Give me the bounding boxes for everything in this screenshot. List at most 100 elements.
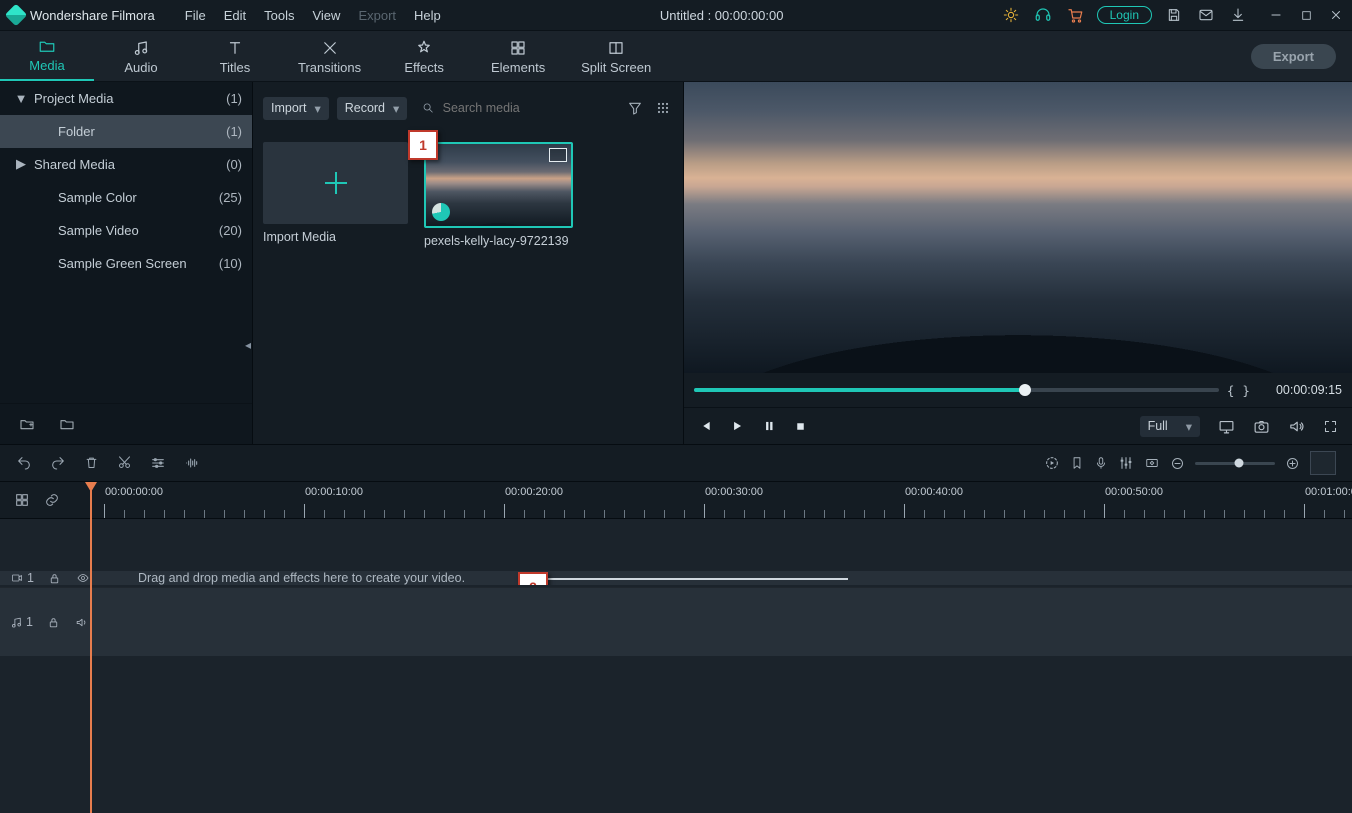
marker-button[interactable] (1070, 455, 1084, 471)
time-ruler[interactable]: 00:00:00:0000:00:10:0000:00:20:0000:00:3… (104, 482, 1352, 518)
login-button[interactable]: Login (1097, 6, 1152, 24)
record-dropdown[interactable]: Record ▾ (337, 97, 408, 120)
clip-type-icon (549, 148, 567, 162)
import-dropdown[interactable]: Import ▾ (263, 97, 329, 120)
grid-view-icon[interactable] (653, 100, 673, 116)
adjust-button[interactable] (150, 455, 166, 471)
mark-out-icon[interactable]: } (1242, 383, 1250, 398)
preview-video[interactable] (684, 82, 1352, 373)
drop-hint: Drag and drop media and effects here to … (138, 571, 465, 585)
maximize-icon[interactable] (1296, 5, 1316, 25)
sidebar-item-sample-video[interactable]: Sample Video(20) (0, 214, 252, 247)
delete-button[interactable] (84, 455, 99, 471)
import-label: Import (271, 101, 306, 115)
menu-help[interactable]: Help (406, 4, 449, 27)
transitions-icon (321, 39, 339, 57)
sidebar-item-folder[interactable]: Folder(1) (0, 115, 252, 148)
search-field[interactable] (415, 96, 617, 120)
filter-icon[interactable] (625, 100, 645, 116)
audio-wave-button[interactable] (184, 455, 200, 471)
drag-placeholder (548, 578, 848, 580)
tab-elements[interactable]: Elements (471, 39, 565, 81)
cart-icon[interactable] (1065, 5, 1085, 25)
folder-icon[interactable] (58, 416, 76, 432)
pause-button[interactable] (762, 419, 776, 433)
timeline: 00:00:00:0000:00:10:0000:00:20:0000:00:3… (0, 482, 1352, 813)
tab-media[interactable]: Media (0, 37, 94, 81)
tab-audio[interactable]: Audio (94, 39, 188, 81)
media-sidebar: ▼Project Media(1)Folder(1)▶Shared Media(… (0, 82, 253, 444)
timeline-view-button[interactable] (1310, 451, 1336, 475)
sidebar-item-sample-color[interactable]: Sample Color(25) (0, 181, 252, 214)
player-timecode: 00:00:09:15 (1276, 383, 1342, 397)
close-icon[interactable] (1326, 5, 1346, 25)
fullscreen-icon[interactable] (1323, 419, 1338, 434)
cut-button[interactable] (117, 455, 132, 471)
timeline-toolbar (0, 444, 1352, 482)
media-clip-card[interactable]: 1 pexels-kelly-lacy-9722139 (424, 142, 569, 248)
preview-player: { } 00:00:09:15 Full▾ (684, 82, 1352, 444)
audio-track-label: 1 (10, 615, 33, 629)
download-icon[interactable] (1228, 5, 1248, 25)
record-label: Record (345, 101, 385, 115)
media-clip-label: pexels-kelly-lacy-9722139 (424, 234, 569, 248)
menu-edit[interactable]: Edit (216, 4, 254, 27)
mute-icon[interactable] (74, 616, 89, 629)
effects-store-icon[interactable] (1001, 5, 1021, 25)
callout-two: 2 (518, 572, 548, 585)
prev-frame-button[interactable] (698, 419, 712, 433)
split-screen-icon (607, 39, 625, 57)
visibility-icon[interactable] (75, 572, 91, 584)
tab-effects[interactable]: Effects (377, 39, 471, 81)
redo-button[interactable] (50, 455, 66, 471)
menu-tools[interactable]: Tools (256, 4, 302, 27)
zoom-in-button[interactable] (1285, 456, 1300, 471)
support-icon[interactable] (1033, 5, 1053, 25)
display-icon[interactable] (1218, 418, 1235, 435)
callout-one: 1 (408, 130, 438, 160)
zoom-out-button[interactable] (1170, 456, 1185, 471)
volume-icon[interactable] (1288, 418, 1305, 435)
sidebar-item-project-media[interactable]: ▼Project Media(1) (0, 82, 252, 115)
audio-mixer-button[interactable] (1118, 455, 1134, 471)
menu-view[interactable]: View (304, 4, 348, 27)
stop-button[interactable] (794, 420, 807, 433)
titlebar: Wondershare Filmora FileEditToolsViewExp… (0, 0, 1352, 31)
panel-collapse-handle[interactable]: ◂ (245, 338, 251, 352)
undo-button[interactable] (16, 455, 32, 471)
tab-titles[interactable]: Titles (188, 39, 282, 81)
menu-file[interactable]: File (177, 4, 214, 27)
lock-icon[interactable] (47, 616, 60, 629)
save-icon[interactable] (1164, 5, 1184, 25)
elements-icon (509, 39, 527, 57)
zoom-slider[interactable] (1195, 462, 1275, 465)
lock-icon[interactable] (48, 572, 61, 585)
keyframe-button[interactable] (1144, 456, 1160, 470)
snapshot-icon[interactable] (1253, 418, 1270, 435)
export-button: Export (1251, 44, 1336, 69)
usage-indicator-icon (432, 203, 450, 221)
seek-knob-icon[interactable] (1019, 384, 1031, 396)
preview-quality-label: Full (1148, 419, 1168, 433)
link-icon[interactable] (44, 492, 60, 508)
media-icon (38, 37, 56, 55)
mark-in-icon[interactable]: { (1227, 383, 1235, 398)
video-track[interactable]: 1 Drag and drop media and effects here t… (0, 571, 1352, 585)
seek-bar[interactable] (694, 388, 1219, 392)
sidebar-item-sample-green-screen[interactable]: Sample Green Screen(10) (0, 247, 252, 280)
menu-bar: FileEditToolsViewExportHelp (177, 4, 449, 27)
audio-track[interactable]: 1 (0, 587, 1352, 656)
tab-transitions[interactable]: Transitions (282, 39, 377, 81)
sidebar-item-shared-media[interactable]: ▶Shared Media(0) (0, 148, 252, 181)
new-folder-icon[interactable] (18, 416, 36, 432)
render-preview-button[interactable] (1044, 455, 1060, 471)
search-input[interactable] (441, 100, 610, 116)
import-media-card[interactable]: Import Media (263, 142, 408, 244)
preview-quality-dropdown[interactable]: Full▾ (1140, 416, 1200, 437)
voiceover-button[interactable] (1094, 455, 1108, 471)
message-icon[interactable] (1196, 5, 1216, 25)
minimize-icon[interactable] (1266, 5, 1286, 25)
tab-split-screen[interactable]: Split Screen (565, 39, 667, 81)
manage-tracks-icon[interactable] (14, 492, 30, 508)
play-button[interactable] (730, 419, 744, 433)
